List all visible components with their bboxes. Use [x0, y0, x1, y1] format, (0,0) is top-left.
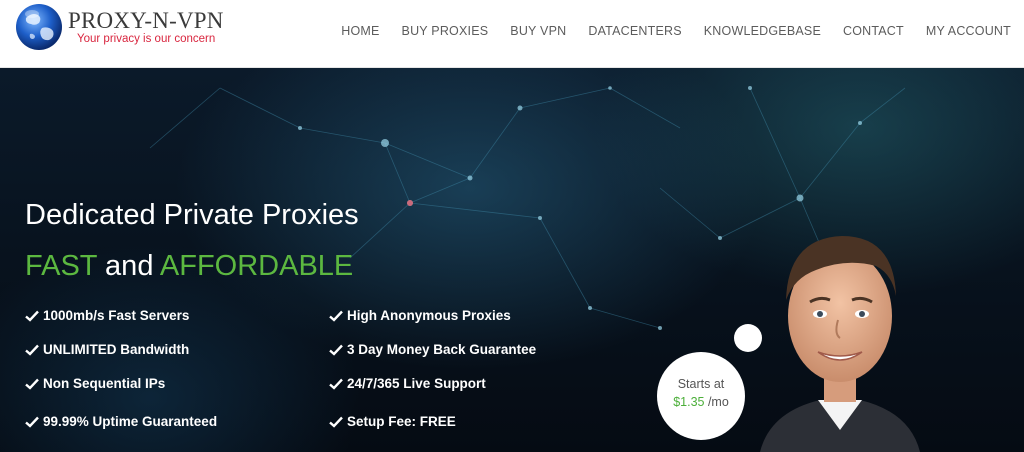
globe-logo-icon	[16, 4, 62, 50]
feature-label: Setup Fee: FREE	[347, 414, 456, 429]
feature-label: 99.99% Uptime Guaranteed	[43, 414, 218, 429]
site-header: PROXY-N-VPN Your privacy is our concern …	[0, 0, 1024, 68]
nav-my-account[interactable]: MY ACCOUNT	[926, 24, 1011, 38]
hero-banner: Dedicated Private Proxies FAST and AFFOR…	[0, 68, 1024, 452]
check-icon	[329, 416, 343, 428]
feature-item: Setup Fee: FREE	[329, 414, 456, 429]
price-unit: /mo	[704, 395, 729, 409]
check-icon	[25, 378, 39, 390]
subtitle-affordable: AFFORDABLE	[159, 250, 354, 282]
feature-label: UNLIMITED Bandwidth	[43, 342, 190, 357]
check-icon	[25, 416, 39, 428]
price-starts-label: Starts at	[677, 377, 725, 391]
subtitle-fast: FAST	[25, 250, 97, 282]
feature-item: UNLIMITED Bandwidth	[25, 342, 189, 357]
price-line: $1.35 /mo	[657, 395, 745, 409]
speech-bubble-dot	[734, 324, 762, 352]
subtitle-and: and	[97, 250, 160, 282]
feature-label: 1000mb/s Fast Servers	[43, 308, 190, 323]
brand-name: PROXY-N-VPN	[68, 8, 224, 33]
nav-knowledgebase[interactable]: KNOWLEDGEBASE	[704, 24, 821, 38]
brand-tagline: Your privacy is our concern	[77, 33, 216, 45]
feature-item: 24/7/365 Live Support	[329, 376, 486, 391]
nav-buy-proxies[interactable]: BUY PROXIES	[402, 24, 489, 38]
feature-item: High Anonymous Proxies	[329, 308, 511, 323]
price-value: $1.35	[673, 395, 705, 409]
feature-label: Non Sequential IPs	[43, 376, 166, 391]
hero-subtitle: FAST and AFFORDABLE	[25, 250, 353, 283]
site-logo[interactable]: PROXY-N-VPN Your privacy is our concern	[14, 2, 234, 58]
nav-datacenters[interactable]: DATACENTERS	[588, 24, 681, 38]
feature-item: 3 Day Money Back Guarantee	[329, 342, 536, 357]
person-photo	[760, 236, 920, 452]
check-icon	[25, 310, 39, 322]
feature-label: 24/7/365 Live Support	[347, 376, 486, 391]
nav-buy-vpn[interactable]: BUY VPN	[510, 24, 566, 38]
feature-item: Non Sequential IPs	[25, 376, 165, 391]
nav-contact[interactable]: CONTACT	[843, 24, 904, 38]
feature-item: 99.99% Uptime Guaranteed	[25, 414, 217, 429]
check-icon	[329, 310, 343, 322]
price-badge: Starts at $1.35 /mo	[657, 352, 745, 440]
feature-label: High Anonymous Proxies	[347, 308, 511, 323]
check-icon	[25, 344, 39, 356]
nav-home[interactable]: HOME	[341, 24, 379, 38]
main-nav: HOME BUY PROXIES BUY VPN DATACENTERS KNO…	[341, 24, 1011, 38]
feature-label: 3 Day Money Back Guarantee	[347, 342, 537, 357]
check-icon	[329, 378, 343, 390]
hero-title: Dedicated Private Proxies	[25, 199, 359, 231]
check-icon	[329, 344, 343, 356]
feature-item: 1000mb/s Fast Servers	[25, 308, 189, 323]
